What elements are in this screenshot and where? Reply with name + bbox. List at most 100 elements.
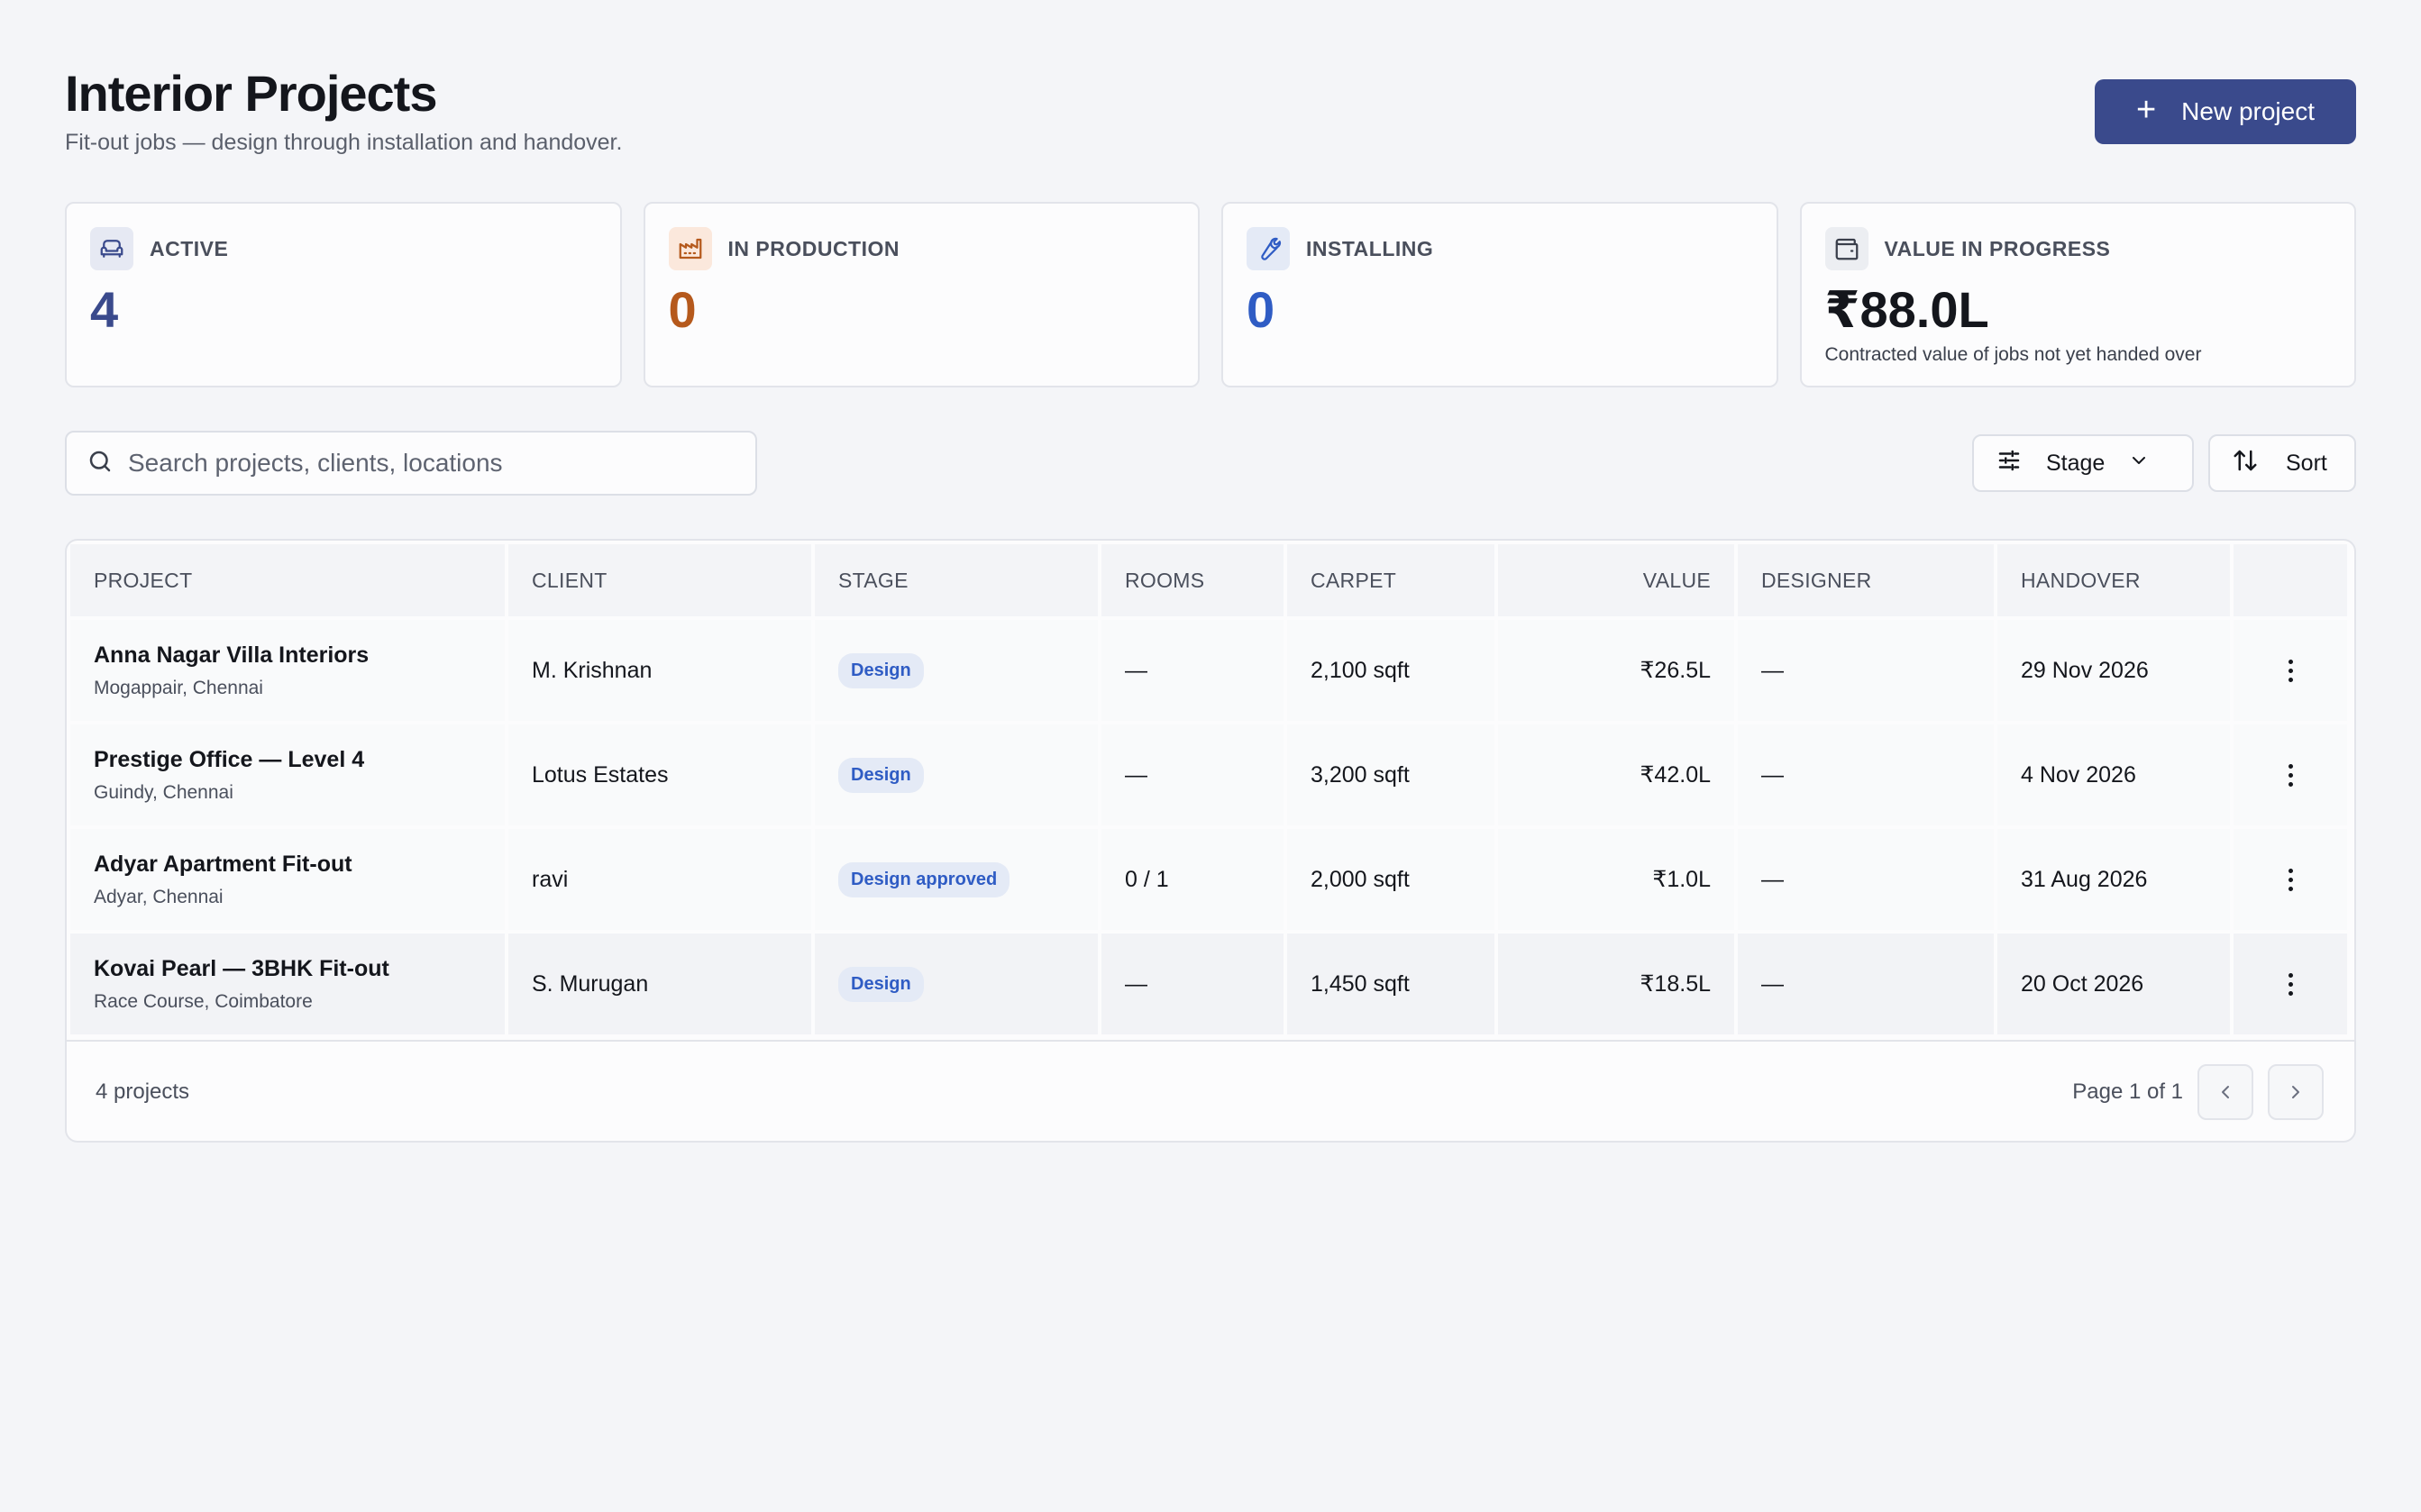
stage-cell: Design <box>815 620 1098 721</box>
project-count: 4 projects <box>96 1079 190 1104</box>
carpet-cell: 2,100 sqft <box>1287 620 1494 721</box>
stage-badge: Design <box>838 966 924 1002</box>
sort-button[interactable]: Sort <box>2208 434 2356 492</box>
table-header: PROJECT CLIENT STAGE ROOMS CARPET VALUE … <box>67 544 2354 616</box>
rooms-cell: — <box>1101 934 1284 1034</box>
handover-cell: 4 Nov 2026 <box>1997 724 2230 825</box>
next-page-button[interactable] <box>2268 1064 2324 1120</box>
stat-label: VALUE IN PROGRESS <box>1884 236 2111 260</box>
plus-icon: + <box>2135 91 2157 129</box>
stage-badge: Design <box>838 757 924 793</box>
new-project-button[interactable]: + New project <box>2095 79 2356 144</box>
filter-sliders-icon <box>1996 447 2023 480</box>
value-cell: ₹42.0L <box>1498 724 1734 825</box>
page: Interior Projects Fit-out jobs — design … <box>0 0 2421 1512</box>
project-name[interactable]: Kovai Pearl — 3BHK Fit-out <box>94 956 481 982</box>
project-location: Guindy, Chennai <box>94 781 233 803</box>
project-name[interactable]: Adyar Apartment Fit-out <box>94 852 481 878</box>
sofa-icon <box>90 227 133 270</box>
more-vertical-icon[interactable] <box>2281 865 2300 895</box>
value-cell: ₹1.0L <box>1498 829 1734 930</box>
handover-cell: 29 Nov 2026 <box>1997 620 2230 721</box>
stat-card-installing: INSTALLING 0 <box>1221 202 1778 387</box>
stat-card-in-production: IN PRODUCTION 0 <box>643 202 1200 387</box>
stat-label: IN PRODUCTION <box>727 236 900 260</box>
wrench-icon <box>1247 227 1290 270</box>
project-cell: Anna Nagar Villa Interiors Mogappair, Ch… <box>70 620 505 721</box>
designer-cell: — <box>1738 620 1994 721</box>
projects-table: PROJECT CLIENT STAGE ROOMS CARPET VALUE … <box>65 539 2356 1143</box>
pagination: Page 1 of 1 <box>2072 1064 2324 1120</box>
client-cell: ravi <box>508 829 811 930</box>
carpet-cell: 1,450 sqft <box>1287 934 1494 1034</box>
project-cell: Prestige Office — Level 4 Guindy, Chenna… <box>70 724 505 825</box>
row-actions-cell <box>2234 620 2347 721</box>
more-vertical-icon[interactable] <box>2281 970 2300 999</box>
table-row[interactable]: Adyar Apartment Fit-out Adyar, Chennai r… <box>67 829 2354 930</box>
rooms-cell: — <box>1101 724 1284 825</box>
project-cell: Adyar Apartment Fit-out Adyar, Chennai <box>70 829 505 930</box>
search-input[interactable] <box>128 449 705 478</box>
handover-cell: 20 Oct 2026 <box>1997 934 2230 1034</box>
chevron-right-icon <box>2292 1086 2299 1098</box>
designer-cell: — <box>1738 934 1994 1034</box>
column-header-client[interactable]: CLIENT <box>508 544 811 616</box>
column-header-handover[interactable]: HANDOVER <box>1997 544 2230 616</box>
stat-value: 0 <box>1247 281 1275 338</box>
more-vertical-icon[interactable] <box>2281 761 2300 790</box>
column-header-actions <box>2234 544 2347 616</box>
designer-cell: — <box>1738 724 1994 825</box>
carpet-cell: 2,000 sqft <box>1287 829 1494 930</box>
column-header-project[interactable]: PROJECT <box>70 544 505 616</box>
stat-label: INSTALLING <box>1306 236 1434 260</box>
page-title: Interior Projects <box>65 65 437 122</box>
value-cell: ₹18.5L <box>1498 934 1734 1034</box>
value-cell: ₹26.5L <box>1498 620 1734 721</box>
stage-filter-button[interactable]: Stage <box>1972 434 2194 492</box>
stat-value: 0 <box>668 281 697 338</box>
rooms-cell: 0 / 1 <box>1101 829 1284 930</box>
chevron-left-icon <box>2222 1086 2229 1098</box>
stage-cell: Design <box>815 724 1098 825</box>
row-actions-cell <box>2234 934 2347 1034</box>
stats-row: ACTIVE 4 IN PRODUCTION 0 INSTALLING 0 VA… <box>65 202 2356 387</box>
table-row[interactable]: Kovai Pearl — 3BHK Fit-out Race Course, … <box>67 934 2354 1034</box>
stage-filter-label: Stage <box>2046 450 2106 476</box>
search-icon <box>87 448 114 479</box>
column-header-designer[interactable]: DESIGNER <box>1738 544 1994 616</box>
rooms-cell: — <box>1101 620 1284 721</box>
stat-value: ₹88.0L <box>1824 281 1989 338</box>
client-cell: S. Murugan <box>508 934 811 1034</box>
stage-cell: Design <box>815 934 1098 1034</box>
row-actions-cell <box>2234 724 2347 825</box>
sort-arrows-icon <box>2232 447 2259 480</box>
project-location: Adyar, Chennai <box>94 886 224 907</box>
project-cell: Kovai Pearl — 3BHK Fit-out Race Course, … <box>70 934 505 1034</box>
previous-page-button[interactable] <box>2197 1064 2253 1120</box>
client-cell: M. Krishnan <box>508 620 811 721</box>
table-row[interactable]: Anna Nagar Villa Interiors Mogappair, Ch… <box>67 620 2354 721</box>
stat-card-active: ACTIVE 4 <box>65 202 622 387</box>
table-row[interactable]: Prestige Office — Level 4 Guindy, Chenna… <box>67 724 2354 825</box>
designer-cell: — <box>1738 829 1994 930</box>
column-header-value[interactable]: VALUE <box>1498 544 1734 616</box>
stat-value: 4 <box>90 281 119 338</box>
wallet-icon <box>1824 227 1868 270</box>
table-footer: 4 projects Page 1 of 1 <box>67 1040 2354 1141</box>
stage-badge: Design <box>838 652 924 688</box>
row-actions-cell <box>2234 829 2347 930</box>
stage-badge: Design approved <box>838 861 1010 897</box>
column-header-carpet[interactable]: CARPET <box>1287 544 1494 616</box>
project-name[interactable]: Prestige Office — Level 4 <box>94 747 481 773</box>
column-header-stage[interactable]: STAGE <box>815 544 1098 616</box>
more-vertical-icon[interactable] <box>2281 656 2300 686</box>
new-project-label: New project <box>2181 97 2316 125</box>
chevron-down-icon <box>2128 450 2150 478</box>
stat-card-value-in-progress: VALUE IN PROGRESS ₹88.0L Contracted valu… <box>1799 202 2356 387</box>
stat-note: Contracted value of jobs not yet handed … <box>1824 344 2202 365</box>
column-header-rooms[interactable]: ROOMS <box>1101 544 1284 616</box>
project-location: Race Course, Coimbatore <box>94 990 313 1012</box>
page-header: Interior Projects Fit-out jobs — design … <box>65 63 2356 162</box>
project-name[interactable]: Anna Nagar Villa Interiors <box>94 642 481 669</box>
carpet-cell: 3,200 sqft <box>1287 724 1494 825</box>
